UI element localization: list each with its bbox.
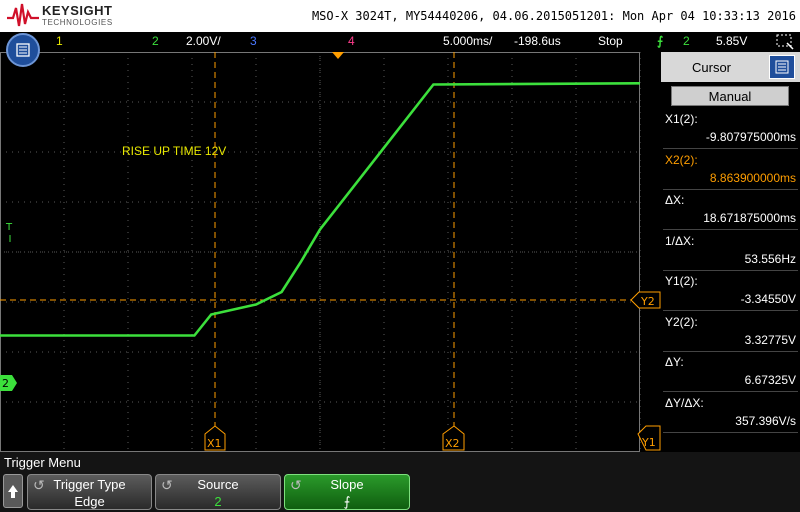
- header-bar: KEYSIGHT TECHNOLOGIES MSO-X 3024T, MY544…: [0, 0, 800, 32]
- waveform-display[interactable]: RISE UP TIME 12V T 2 X1 X2 Y1 Y2: [0, 52, 661, 452]
- softkey-label: Source: [197, 477, 239, 492]
- svg-text:X1: X1: [207, 437, 222, 450]
- cursor-mode-button[interactable]: Manual: [671, 86, 789, 106]
- cursor-y2-label[interactable]: Y2: [630, 291, 661, 309]
- svg-text:Y2: Y2: [640, 295, 655, 308]
- measurement-label: X1(2):: [665, 112, 698, 126]
- status-bar: 1 2 2.00V/ 3 4 5.000ms/ -198.6us Stop ⨍ …: [0, 32, 800, 52]
- measurement-label: 1/ΔX:: [665, 233, 695, 248]
- instrument-info: MSO-X 3024T, MY54440206, 04.06.201505120…: [311, 9, 796, 23]
- keysight-logo-icon: [7, 3, 39, 27]
- trigger-edge-icon: ⨍: [657, 34, 664, 48]
- ch3-indicator[interactable]: 3: [250, 34, 257, 48]
- measurement-row: ΔY/ΔX: 357.396V/s: [663, 394, 798, 433]
- softkey-trigger-type[interactable]: ↺ Trigger Type Edge: [27, 474, 152, 510]
- measurement-label: ΔY:: [665, 355, 684, 369]
- ch2-waveform-trace: [0, 82, 641, 337]
- brand-name: KEYSIGHT: [42, 3, 113, 18]
- ch2-scale: 2.00V/: [186, 34, 221, 48]
- trigger-level: 5.85V: [716, 34, 748, 48]
- run-state: Stop: [598, 34, 623, 48]
- measurement-label: X2(2):: [665, 152, 698, 167]
- measurement-row: Y1(2): -3.34550V: [663, 272, 798, 311]
- measurement-row: X1(2): -9.807975000ms: [663, 110, 798, 149]
- softkey-value: Edge: [74, 494, 105, 509]
- ch4-indicator[interactable]: 4: [348, 34, 355, 48]
- svg-text:X2: X2: [445, 437, 460, 450]
- measurement-row: X2(2): 8.863900000ms: [663, 151, 798, 190]
- ch2-indicator[interactable]: 2: [152, 34, 159, 48]
- measurement-row: 1/ΔX: 53.556Hz: [663, 232, 798, 271]
- measurement-value: 8.863900000ms: [709, 170, 796, 185]
- delay-value: -198.6us: [514, 34, 561, 48]
- softkey-value: 2: [214, 494, 222, 509]
- softkey-slope[interactable]: ↺ Slope ⨍: [284, 474, 410, 510]
- svg-text:2: 2: [2, 377, 9, 390]
- ch1-indicator[interactable]: 1: [56, 34, 63, 48]
- brand-subtitle: TECHNOLOGIES: [42, 18, 113, 27]
- measurement-value: 6.67325V: [744, 373, 796, 387]
- screen-capture-icon[interactable]: [775, 33, 795, 50]
- cursor-panel-title: Cursor: [692, 60, 732, 75]
- menu-back-button[interactable]: [3, 474, 23, 508]
- cursor-panel-menu-icon[interactable]: [769, 55, 795, 79]
- graticule-grid: [0, 52, 641, 452]
- measurement-value: 53.556Hz: [744, 251, 796, 266]
- trigger-position-marker[interactable]: [332, 52, 344, 59]
- measurement-value: 18.671875000ms: [703, 211, 796, 225]
- cursor-y1-label[interactable]: Y1: [637, 425, 661, 451]
- softkey-source[interactable]: ↺ Source 2: [155, 474, 281, 510]
- trigger-menu-title: Trigger Menu: [4, 455, 81, 470]
- measurement-value: 357.396V/s: [735, 413, 796, 428]
- measurement-row: Y2(2): 3.32775V: [663, 313, 798, 352]
- cursor-panel-header: Cursor: [661, 52, 800, 82]
- trigger-level-marker[interactable]: T: [5, 222, 13, 233]
- measurement-label: ΔY/ΔX:: [665, 395, 704, 410]
- softkey-value: ⨍: [343, 494, 351, 509]
- measurement-row: ΔY: 6.67325V: [663, 353, 798, 392]
- cursor-panel: Cursor Manual X1(2): -9.807975000ms X2(2):…: [661, 52, 800, 452]
- softkey-label: Slope: [330, 477, 364, 492]
- scope-annotation: RISE UP TIME 12V: [122, 144, 226, 158]
- svg-text:Y1: Y1: [641, 436, 656, 449]
- measurement-label: ΔX:: [665, 193, 685, 207]
- cursor-x1-label[interactable]: X1: [204, 425, 226, 451]
- measurement-value: -3.34550V: [740, 292, 796, 306]
- trigger-channel: 2: [683, 34, 690, 48]
- timebase-value: 5.000ms/: [443, 34, 493, 48]
- cursor-x2-label[interactable]: X2: [442, 425, 465, 451]
- main-menu-button[interactable]: [6, 33, 40, 67]
- measurement-value: -9.807975000ms: [705, 130, 796, 144]
- measurement-value: 3.32775V: [744, 332, 796, 347]
- menu-icon: [16, 43, 30, 57]
- up-arrow-icon: [8, 485, 18, 498]
- softkey-label: Trigger Type: [53, 477, 126, 492]
- ch2-ground-marker[interactable]: 2: [0, 375, 17, 391]
- measurement-row: ΔX: 18.671875000ms: [663, 191, 798, 230]
- measurement-label: Y2(2):: [665, 314, 698, 329]
- measurement-label: Y1(2):: [665, 274, 698, 288]
